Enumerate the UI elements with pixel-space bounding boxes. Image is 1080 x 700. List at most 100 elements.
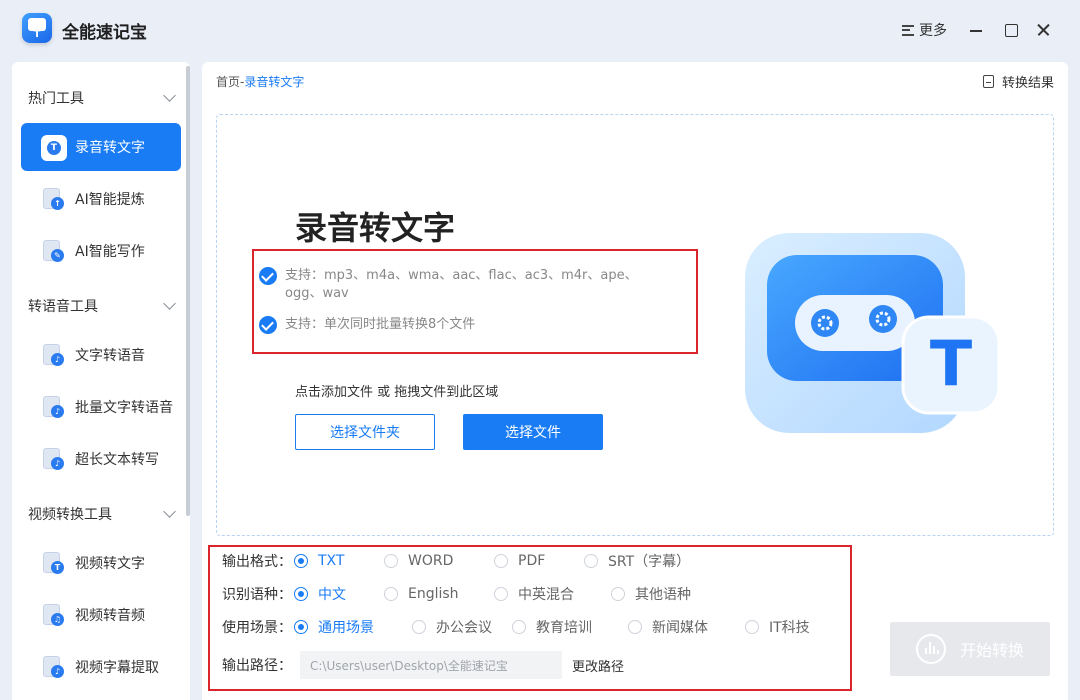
drop-hint: 点击添加文件 或 拖拽文件到此区域 xyxy=(295,385,499,400)
conversion-result-link[interactable]: 转换结果 xyxy=(982,72,1054,91)
support-batch: 支持：单次同时批量转换8个文件 xyxy=(259,316,655,334)
radio-icon xyxy=(584,554,598,568)
sidebar-group-speech-tools[interactable]: 转语音工具 xyxy=(28,296,178,316)
radio-icon xyxy=(512,620,526,634)
start-convert-button[interactable]: 开始转换 xyxy=(890,622,1050,676)
title-bar: 全能速记宝 更多 xyxy=(0,0,1080,62)
radio-icon xyxy=(494,554,508,568)
language-option-mixed[interactable]: 中英混合 xyxy=(494,584,611,604)
sidebar-item-subtitle-extract[interactable]: ♪ 视频字幕提取 xyxy=(21,643,181,691)
chevron-down-icon xyxy=(163,297,176,310)
radio-icon xyxy=(294,620,308,634)
format-option-word[interactable]: WORD xyxy=(384,553,494,569)
main-panel: 首页-录音转文字 转换结果 录音转文字 支持：mp3、m4a、wma、aac、f… xyxy=(202,62,1068,700)
group-label: 转语音工具 xyxy=(28,299,98,315)
conversion-result-label: 转换结果 xyxy=(1001,76,1054,91)
app-logo-icon xyxy=(22,13,52,43)
breadcrumb: 首页-录音转文字 xyxy=(216,73,304,90)
radio-icon xyxy=(611,587,625,601)
output-path-label: 输出路径： xyxy=(222,658,292,674)
text-to-speech-icon: ♪ xyxy=(41,343,65,367)
radio-icon xyxy=(384,587,398,601)
more-button[interactable]: 更多 xyxy=(902,20,947,40)
sidebar-item-long-text[interactable]: ♪ 超长文本转写 xyxy=(21,435,181,483)
format-option-txt[interactable]: TXT xyxy=(294,553,384,569)
waveform-icon xyxy=(915,634,946,664)
chevron-down-icon xyxy=(163,505,176,518)
sidebar-item-label: 录音转文字 xyxy=(75,140,145,156)
svg-text:T: T xyxy=(930,327,972,400)
group-label: 热门工具 xyxy=(28,91,84,107)
scene-option-meeting[interactable]: 办公会议 xyxy=(412,617,512,637)
language-option-chinese[interactable]: 中文 xyxy=(294,584,384,604)
format-option-srt[interactable]: SRT（字幕） xyxy=(584,551,690,571)
breadcrumb-home[interactable]: 首页 xyxy=(216,75,240,89)
support-batch-text: 支持：单次同时批量转换8个文件 xyxy=(285,317,476,332)
sidebar-item-label: 视频转文字 xyxy=(75,556,145,572)
sidebar-item-label: 批量文字转语音 xyxy=(75,400,173,416)
output-path-field[interactable]: C:\Users\user\Desktop\全能速记宝 xyxy=(300,651,562,679)
sidebar-item-label: AI智能写作 xyxy=(75,244,145,260)
sidebar-item-text-to-speech[interactable]: ♪ 文字转语音 xyxy=(21,331,181,379)
app-title: 全能速记宝 xyxy=(62,23,147,43)
radio-icon xyxy=(745,620,759,634)
language-row: 识别语种： 中文 English 中英混合 其他语种 xyxy=(222,583,691,605)
sidebar-scrollbar[interactable] xyxy=(186,66,190,516)
file-icon xyxy=(982,75,994,88)
scene-option-it[interactable]: IT科技 xyxy=(745,617,810,637)
page-title: 录音转文字 xyxy=(295,209,456,247)
sidebar-item-batch-text-to-speech[interactable]: ♪ 批量文字转语音 xyxy=(21,383,181,431)
scene-option-general[interactable]: 通用场景 xyxy=(294,617,412,637)
scene-label: 使用场景： xyxy=(222,620,292,636)
support-formats: 支持：mp3、m4a、wma、aac、flac、ac3、m4r、ape、ogg、… xyxy=(259,267,655,303)
radio-icon xyxy=(294,587,308,601)
change-path-button[interactable]: 更改路径 xyxy=(572,656,624,675)
select-folder-button[interactable]: 选择文件夹 xyxy=(295,414,435,450)
sidebar-item-label: 超长文本转写 xyxy=(75,452,159,468)
file-drop-zone[interactable]: 录音转文字 支持：mp3、m4a、wma、aac、flac、ac3、m4r、ap… xyxy=(216,114,1054,536)
radio-icon xyxy=(628,620,642,634)
menu-icon xyxy=(902,24,914,36)
audio-to-text-icon xyxy=(41,135,67,161)
language-option-english[interactable]: English xyxy=(384,586,494,602)
check-circle-icon xyxy=(259,316,277,334)
scene-option-news[interactable]: 新闻媒体 xyxy=(628,617,745,637)
sidebar-item-ai-extract[interactable]: ↑ AI智能提炼 xyxy=(21,175,181,223)
sidebar-group-video-tools[interactable]: 视频转换工具 xyxy=(28,504,178,524)
output-format-label: 输出格式： xyxy=(222,554,292,570)
group-label: 视频转换工具 xyxy=(28,507,112,523)
long-text-icon: ♪ xyxy=(41,447,65,471)
ai-extract-icon: ↑ xyxy=(41,187,65,211)
minimize-icon[interactable] xyxy=(968,22,984,38)
sidebar-item-ai-writing[interactable]: ✎ AI智能写作 xyxy=(21,227,181,275)
video-to-audio-icon: ♫ xyxy=(41,603,65,627)
language-option-other[interactable]: 其他语种 xyxy=(611,584,691,604)
sidebar-item-audio-to-text[interactable]: 录音转文字 xyxy=(21,123,181,171)
scene-option-education[interactable]: 教育培训 xyxy=(512,617,628,637)
sidebar-item-label: AI智能提炼 xyxy=(75,192,145,208)
support-formats-text: 支持：mp3、m4a、wma、aac、flac、ac3、m4r、ape、ogg、… xyxy=(285,268,638,301)
sidebar-item-label: 视频转音频 xyxy=(75,608,145,624)
sidebar-item-label: 文字转语音 xyxy=(75,348,145,364)
format-option-pdf[interactable]: PDF xyxy=(494,553,584,569)
maximize-icon[interactable] xyxy=(1003,22,1019,38)
more-label: 更多 xyxy=(919,23,947,39)
close-icon[interactable] xyxy=(1035,22,1051,38)
select-file-button[interactable]: 选择文件 xyxy=(463,414,603,450)
scene-row: 使用场景： 通用场景 办公会议 教育培训 新闻媒体 IT科技 xyxy=(222,616,810,638)
speech-to-text-illustration-icon: T xyxy=(745,233,1001,433)
sidebar: 热门工具 录音转文字 ↑ AI智能提炼 ✎ AI智能写作 转语音工具 ♪ 文字转… xyxy=(12,62,190,700)
chevron-down-icon xyxy=(163,89,176,102)
radio-icon xyxy=(494,587,508,601)
sidebar-item-video-to-text[interactable]: T 视频转文字 xyxy=(21,539,181,587)
radio-icon xyxy=(294,554,308,568)
batch-speech-icon: ♪ xyxy=(41,395,65,419)
output-path-row: 输出路径： C:\Users\user\Desktop\全能速记宝 更改路径 xyxy=(222,651,624,679)
subtitle-extract-icon: ♪ xyxy=(41,655,65,679)
video-to-text-icon: T xyxy=(41,551,65,575)
breadcrumb-current: 录音转文字 xyxy=(244,75,305,89)
ai-writing-icon: ✎ xyxy=(41,239,65,263)
sidebar-group-hot-tools[interactable]: 热门工具 xyxy=(28,88,178,108)
sidebar-item-video-to-audio[interactable]: ♫ 视频转音频 xyxy=(21,591,181,639)
sidebar-item-label: 视频字幕提取 xyxy=(75,660,159,676)
